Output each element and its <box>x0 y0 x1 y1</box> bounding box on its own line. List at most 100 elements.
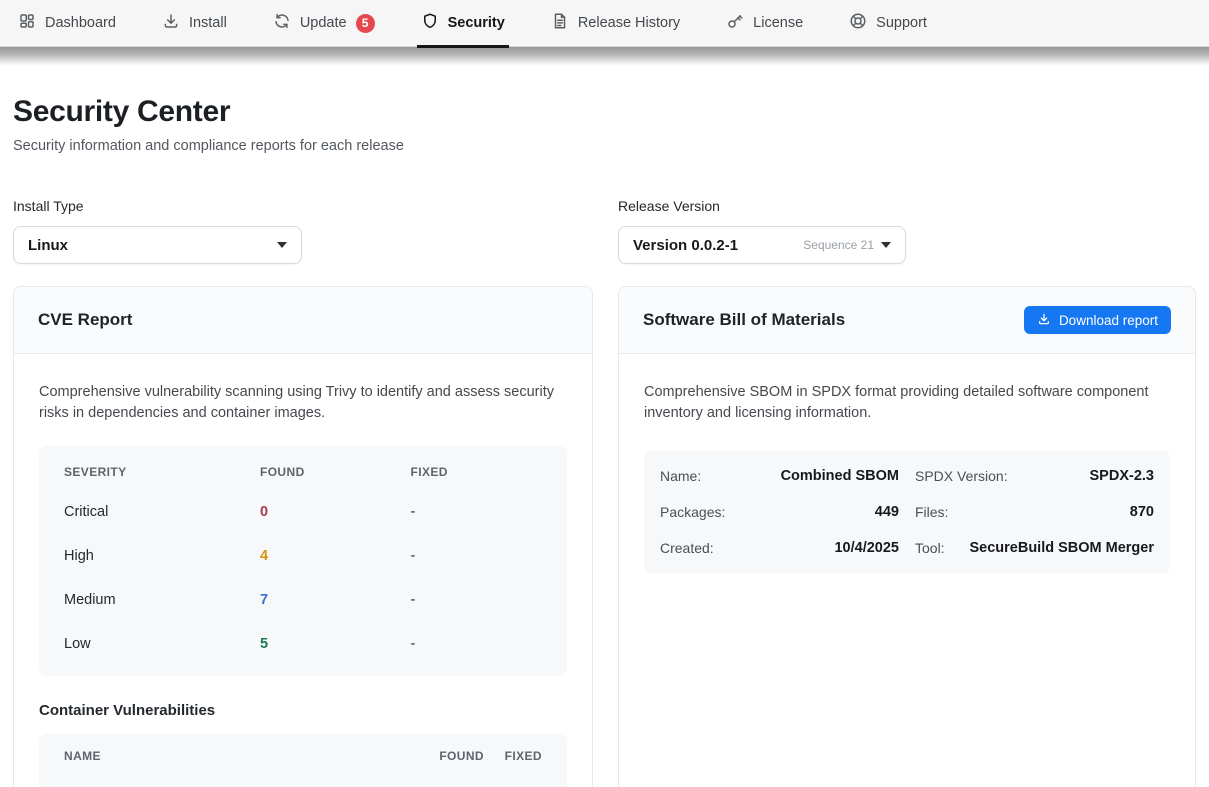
release-version-select[interactable]: Version 0.0.2-1 Sequence 21 <box>618 226 906 264</box>
severity-row-medium: Medium 7 - <box>39 578 567 622</box>
column-header-fixed: FIXED <box>484 749 542 763</box>
detail-value: Combined SBOM <box>781 468 899 484</box>
column-header-name: NAME <box>64 749 406 763</box>
detail-label: Name: <box>660 468 701 484</box>
nav-item-release-history[interactable]: Release History <box>551 0 680 47</box>
security-center-page: Security Center Security information and… <box>0 95 1209 787</box>
fixed-count: - <box>411 592 542 608</box>
release-version-meta-wrap: Sequence 21 <box>803 238 891 252</box>
release-version-value: Version 0.0.2-1 <box>633 237 738 254</box>
detail-label: Packages: <box>660 504 725 520</box>
key-icon <box>726 12 744 34</box>
release-version-label: Release Version <box>618 198 1196 214</box>
nav-item-label: Install <box>189 15 227 31</box>
found-count: 4 <box>260 548 411 564</box>
sbom-details-row: Packages: 449 Files: 870 <box>660 494 1154 530</box>
document-icon <box>551 12 569 34</box>
nav-item-label: Dashboard <box>45 15 116 31</box>
severity-table-header: SEVERITY FOUND FIXED <box>39 454 567 490</box>
detail-label: Tool: <box>915 540 945 556</box>
nav-item-update[interactable]: Update 5 <box>273 0 375 47</box>
found-count: 0 <box>260 504 411 520</box>
sbom-details-table: Name: Combined SBOM SPDX Version: SPDX-2… <box>644 450 1170 574</box>
container-table-header: NAME FOUND FIXED <box>39 734 567 778</box>
column-header-found: FOUND <box>406 749 484 763</box>
cve-card-header: CVE Report <box>14 287 592 354</box>
found-count: 7 <box>260 592 411 608</box>
page-subtitle: Security information and compliance repo… <box>13 138 1196 154</box>
chevron-down-icon <box>277 242 287 248</box>
column-header-found: FOUND <box>260 465 411 479</box>
detail-label: Files: <box>915 504 948 520</box>
detail-files: Files: 870 <box>915 504 1154 520</box>
top-navigation: Dashboard Install Update 5 Security Rele… <box>0 0 1209 47</box>
detail-tool: Tool: SecureBuild SBOM Merger <box>915 540 1154 556</box>
severity-label: High <box>64 548 260 564</box>
report-cards-row: CVE Report Comprehensive vulnerability s… <box>13 286 1196 787</box>
detail-spdx-version: SPDX Version: SPDX-2.3 <box>915 468 1154 484</box>
fixed-count: - <box>411 636 542 652</box>
sbom-details-row: Created: 10/4/2025 Tool: SecureBuild SBO… <box>660 530 1154 566</box>
install-type-select[interactable]: Linux <box>13 226 302 264</box>
column-header-fixed: FIXED <box>411 465 542 479</box>
severity-row-high: High 4 - <box>39 534 567 578</box>
nav-item-label: License <box>753 15 803 31</box>
severity-row-low: Low 5 - <box>39 622 567 666</box>
release-version-field: Release Version Version 0.0.2-1 Sequence… <box>618 198 1196 264</box>
nav-item-support[interactable]: Support <box>849 0 927 47</box>
sbom-card-body: Comprehensive SBOM in SPDX format provid… <box>619 354 1195 602</box>
page-title: Security Center <box>13 95 1196 129</box>
detail-created: Created: 10/4/2025 <box>660 540 899 556</box>
nav-item-label: Support <box>876 15 927 31</box>
chevron-down-icon <box>881 242 891 248</box>
filters-row: Install Type Linux Release Version Versi… <box>13 198 1196 264</box>
release-sequence-label: Sequence 21 <box>803 238 874 252</box>
install-type-label: Install Type <box>13 198 593 214</box>
detail-value: 449 <box>875 504 899 520</box>
severity-row-critical: Critical 0 - <box>39 490 567 534</box>
nav-item-license[interactable]: License <box>726 0 803 47</box>
detail-label: SPDX Version: <box>915 468 1008 484</box>
nav-item-install[interactable]: Install <box>162 0 227 47</box>
detail-name: Name: Combined SBOM <box>660 468 899 484</box>
severity-table: SEVERITY FOUND FIXED Critical 0 - High 4… <box>39 446 567 676</box>
download-icon <box>1037 312 1051 329</box>
detail-packages: Packages: 449 <box>660 504 899 520</box>
container-vulnerabilities-title: Container Vulnerabilities <box>39 702 567 719</box>
sbom-card-header: Software Bill of Materials Download repo… <box>619 287 1195 354</box>
header-shadow-band <box>0 47 1209 65</box>
install-icon <box>162 12 180 34</box>
severity-label: Low <box>64 636 260 652</box>
sbom-description: Comprehensive SBOM in SPDX format provid… <box>644 382 1170 424</box>
nav-item-security[interactable]: Security <box>421 0 505 47</box>
nav-item-label: Security <box>448 15 505 31</box>
cve-report-card: CVE Report Comprehensive vulnerability s… <box>13 286 593 787</box>
nav-item-label: Release History <box>578 15 680 31</box>
lifebuoy-icon <box>849 12 867 34</box>
cve-card-body: Comprehensive vulnerability scanning usi… <box>14 354 592 787</box>
install-type-field: Install Type Linux <box>13 198 593 264</box>
found-count: 5 <box>260 636 411 652</box>
detail-label: Created: <box>660 540 714 556</box>
nav-item-label: Update <box>300 15 347 31</box>
dashboard-icon <box>18 12 36 34</box>
severity-label: Medium <box>64 592 260 608</box>
detail-value: 870 <box>1130 504 1154 520</box>
install-type-value: Linux <box>28 237 68 254</box>
cve-description: Comprehensive vulnerability scanning usi… <box>39 382 567 424</box>
update-count-badge: 5 <box>356 14 375 33</box>
column-header-severity: SEVERITY <box>64 465 260 479</box>
download-report-button[interactable]: Download report <box>1024 306 1171 334</box>
container-vulnerabilities-table: NAME FOUND FIXED <box>39 734 567 787</box>
fixed-count: - <box>411 548 542 564</box>
detail-value: SecureBuild SBOM Merger <box>969 540 1154 556</box>
detail-value: SPDX-2.3 <box>1090 468 1154 484</box>
nav-item-dashboard[interactable]: Dashboard <box>18 0 116 47</box>
sbom-card: Software Bill of Materials Download repo… <box>618 286 1196 787</box>
shield-icon <box>421 12 439 34</box>
fixed-count: - <box>411 504 542 520</box>
severity-label: Critical <box>64 504 260 520</box>
sbom-details-row: Name: Combined SBOM SPDX Version: SPDX-2… <box>660 458 1154 494</box>
sbom-card-title: Software Bill of Materials <box>643 310 845 330</box>
detail-value: 10/4/2025 <box>834 540 899 556</box>
